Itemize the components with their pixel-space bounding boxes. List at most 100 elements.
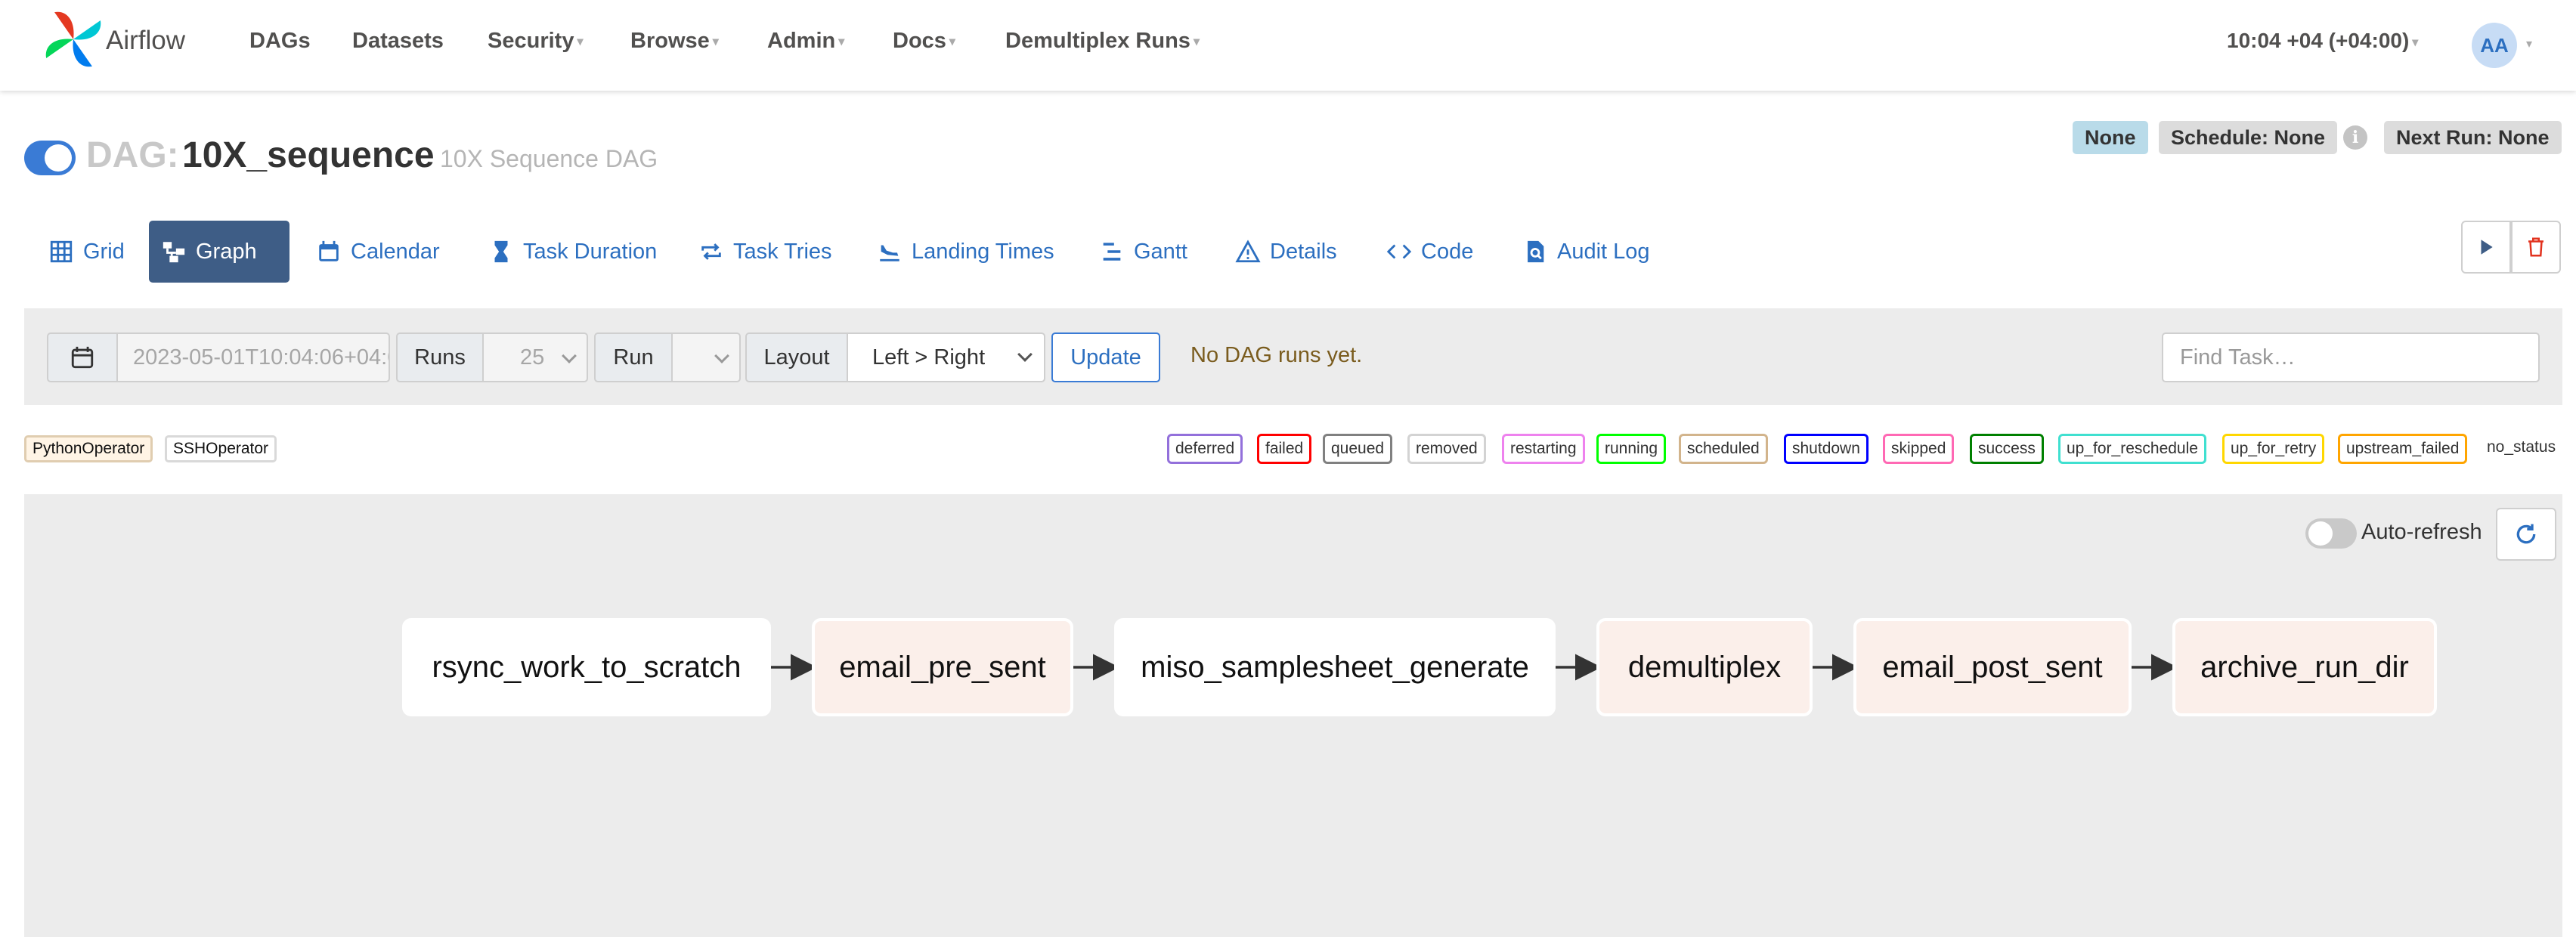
- legend-ssh-operator[interactable]: SSHOperator: [165, 435, 277, 462]
- trigger-dag-button[interactable]: [2461, 221, 2511, 274]
- date-picker-button[interactable]: [47, 332, 118, 382]
- nav-item-label: Docs: [893, 29, 946, 53]
- tab-label: Task Duration: [523, 239, 658, 264]
- legend-state-success[interactable]: success: [1970, 434, 2044, 464]
- tab-label: Landing Times: [912, 239, 1054, 264]
- calendar-icon: [319, 240, 339, 261]
- chevron-down-icon: ▾: [712, 36, 719, 49]
- user-avatar[interactable]: AA: [2472, 23, 2517, 68]
- legend-state-shutdown[interactable]: shutdown: [1784, 434, 1869, 464]
- base-date-input[interactable]: 2023-05-01T10:04:06+04:00: [116, 332, 390, 382]
- airflow-logo[interactable]: [44, 9, 103, 70]
- layout-label: Layout: [745, 332, 848, 382]
- pinwheel-icon: [45, 11, 101, 67]
- legend-state-queued[interactable]: queued: [1323, 434, 1393, 464]
- legend-state-running[interactable]: running: [1596, 434, 1667, 464]
- legend-state-upstream-failed[interactable]: upstream_failed: [2338, 434, 2468, 464]
- task-node[interactable]: archive_run_dir: [2172, 618, 2437, 716]
- tab-task-duration[interactable]: Task Duration: [476, 221, 669, 283]
- top-navbar: Airflow DAGs Datasets Security ▾ Browse ▾ …: [0, 0, 2576, 91]
- play-icon: [2481, 240, 2493, 255]
- layout-select[interactable]: Left > Right: [847, 332, 1045, 382]
- tab-label: Calendar: [351, 239, 440, 264]
- legend-state-deferred[interactable]: deferred: [1167, 434, 1243, 464]
- hourglass-icon: [494, 240, 508, 263]
- tab-calendar[interactable]: Calendar: [304, 221, 452, 283]
- tab-label: Task Tries: [733, 239, 832, 264]
- delete-dag-button[interactable]: [2511, 221, 2561, 274]
- legend-state-scheduled[interactable]: scheduled: [1679, 434, 1768, 464]
- chevron-down-icon: [714, 348, 729, 363]
- nav-item-demultiplex-runs[interactable]: Demultiplex Runs ▾: [1005, 29, 1200, 54]
- info-icon[interactable]: i: [2343, 125, 2367, 150]
- dag-pause-toggle[interactable]: [24, 141, 76, 175]
- calendar-icon: [71, 346, 94, 369]
- tab-landing-times[interactable]: Landing Times: [865, 221, 1067, 283]
- nav-item-label: Browse: [630, 29, 710, 53]
- chevron-down-icon: [1017, 347, 1033, 362]
- chevron-down-icon: ▾: [1193, 36, 1200, 49]
- layout-select-value: Left > Right: [872, 345, 986, 370]
- chevron-down-icon: ▾: [577, 36, 584, 49]
- legend-python-operator[interactable]: PythonOperator: [24, 435, 153, 462]
- landing-plane-icon: [880, 245, 899, 261]
- task-node[interactable]: email_post_sent: [1853, 618, 2132, 716]
- task-node[interactable]: rsync_work_to_scratch: [402, 618, 771, 716]
- tab-audit-log[interactable]: Audit Log: [1510, 221, 1662, 283]
- tab-label: Grid: [83, 239, 125, 264]
- schedule-badge: Schedule: None: [2159, 121, 2338, 154]
- find-task-input[interactable]: [2162, 332, 2540, 382]
- task-node[interactable]: miso_samplesheet_generate: [1114, 618, 1556, 716]
- tab-label: Details: [1270, 239, 1337, 264]
- nav-item-browse[interactable]: Browse ▾: [630, 29, 719, 54]
- current-time: 10:04 +04 (+04:00): [2227, 29, 2410, 52]
- refresh-icon: [2516, 524, 2536, 544]
- runs-label: Runs: [396, 332, 484, 382]
- tab-gantt[interactable]: Gantt: [1087, 221, 1200, 283]
- graph-icon: [163, 242, 185, 263]
- legend-state-skipped[interactable]: skipped: [1883, 434, 1955, 464]
- refresh-button[interactable]: [2496, 508, 2556, 561]
- legend-state-removed[interactable]: removed: [1407, 434, 1486, 464]
- trash-icon: [2528, 237, 2543, 257]
- chevron-down-icon: [562, 348, 577, 363]
- chevron-down-icon: ▾: [949, 36, 955, 49]
- grid-icon: [50, 240, 73, 263]
- runs-select-value: 25: [520, 345, 545, 370]
- dag-status-badge: None: [2073, 121, 2148, 154]
- auto-refresh-label: Auto-refresh: [2361, 520, 2482, 544]
- tab-grid[interactable]: Grid: [36, 221, 137, 283]
- nav-item-security[interactable]: Security ▾: [488, 29, 583, 54]
- gantt-icon: [1103, 243, 1121, 261]
- tab-graph[interactable]: Graph: [149, 221, 289, 283]
- nav-item-admin[interactable]: Admin ▾: [767, 29, 844, 54]
- nav-item-datasets[interactable]: Datasets: [352, 29, 444, 54]
- task-node[interactable]: email_pre_sent: [812, 618, 1073, 716]
- warning-triangle-icon: [1235, 240, 1261, 263]
- legend-state-up-for-retry[interactable]: up_for_retry: [2222, 434, 2325, 464]
- toggle-knob: [45, 144, 72, 172]
- legend-state-no-status[interactable]: no_status: [2487, 438, 2556, 456]
- runs-select[interactable]: 25: [482, 332, 588, 382]
- task-node[interactable]: demultiplex: [1596, 618, 1813, 716]
- brand-name[interactable]: Airflow: [106, 26, 185, 56]
- code-icon: [1386, 244, 1412, 259]
- tab-code[interactable]: Code: [1374, 221, 1485, 283]
- update-button[interactable]: Update: [1051, 332, 1160, 382]
- nav-item-docs[interactable]: Docs ▾: [893, 29, 955, 54]
- nav-item-dags[interactable]: DAGs: [249, 29, 311, 54]
- nav-item-label: DAGs: [249, 29, 311, 53]
- legend-state-restarting[interactable]: restarting: [1502, 434, 1585, 464]
- run-select[interactable]: [671, 332, 741, 382]
- legend-state-up-for-reschedule[interactable]: up_for_reschedule: [2058, 434, 2206, 464]
- chevron-down-icon[interactable]: ▾: [2526, 36, 2532, 51]
- tab-details[interactable]: Details: [1223, 221, 1349, 283]
- legend-state-failed[interactable]: failed: [1257, 434, 1312, 464]
- auto-refresh-toggle[interactable]: [2305, 518, 2357, 549]
- timezone-dropdown[interactable]: 10:04 +04 (+04:00) ▾: [2227, 29, 2418, 53]
- dag-id: 10X_sequence: [182, 135, 435, 175]
- tab-task-tries[interactable]: Task Tries: [686, 221, 844, 283]
- repeat-icon: [701, 243, 721, 260]
- dag-prefix: DAG:: [86, 135, 179, 175]
- tab-label: Gantt: [1134, 239, 1187, 264]
